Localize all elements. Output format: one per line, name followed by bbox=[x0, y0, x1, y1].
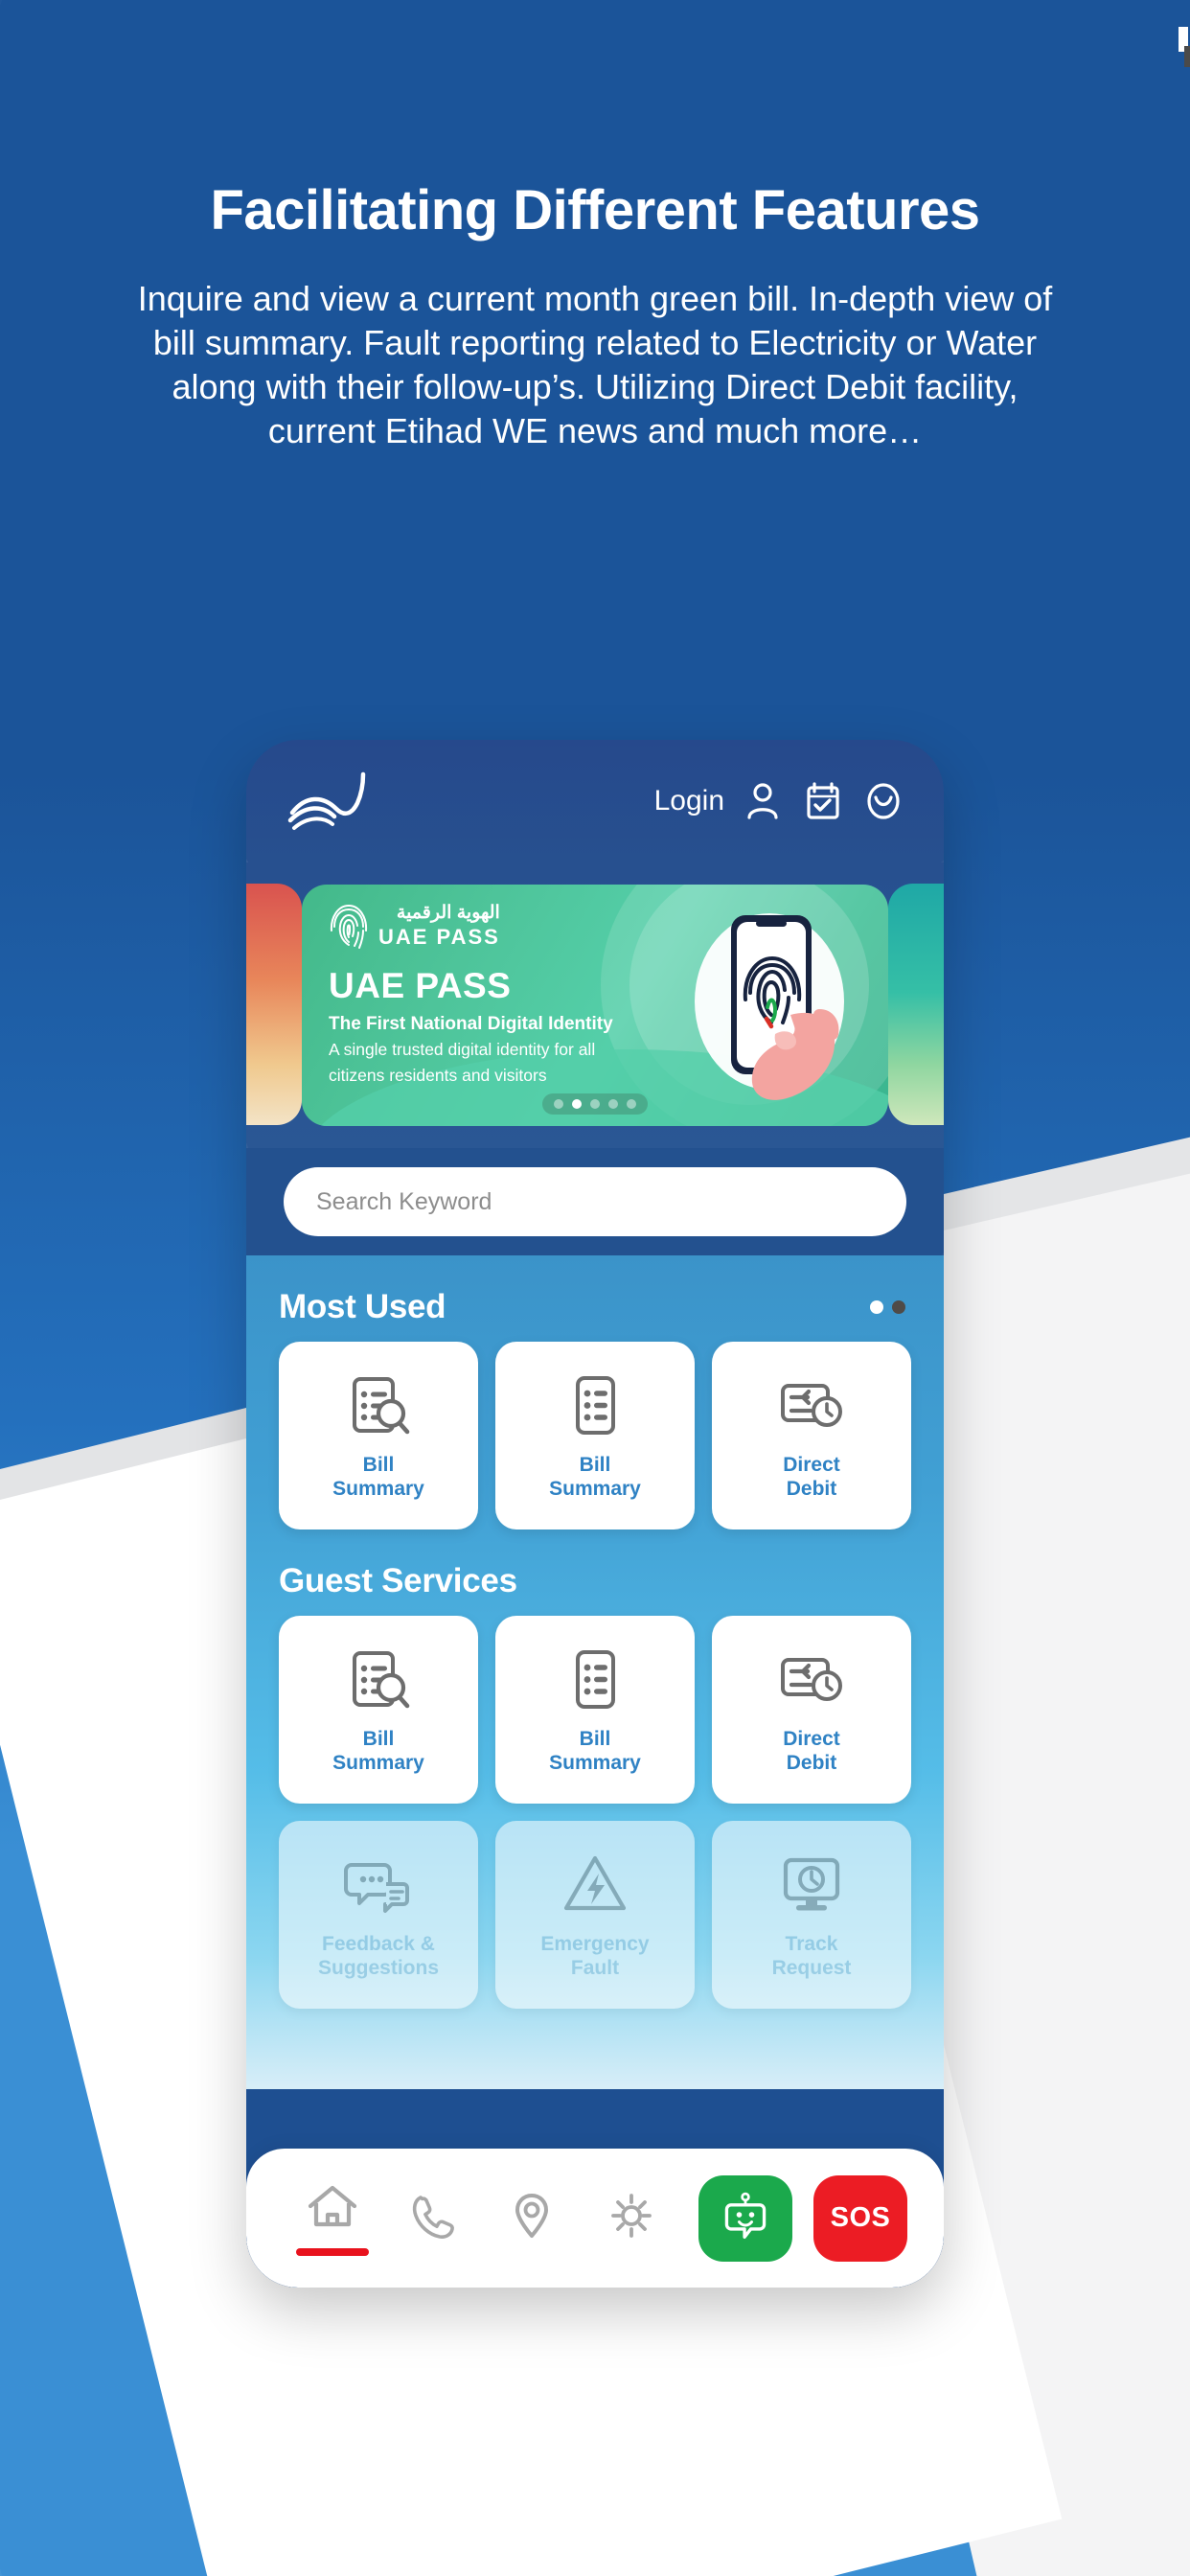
guest-services-section-header: Guest Services bbox=[279, 1530, 911, 1616]
nav-item-settings[interactable] bbox=[582, 2189, 681, 2247]
direct-debit-icon bbox=[775, 1369, 848, 1442]
nav-action-buttons: SOS bbox=[698, 2174, 907, 2262]
search-band: Search Keyword bbox=[246, 1148, 944, 1255]
chatbot-icon bbox=[719, 2190, 772, 2246]
etihad-we-wave-logo-icon[interactable] bbox=[285, 769, 371, 834]
header-actions: Login bbox=[654, 779, 905, 823]
phone-icon[interactable] bbox=[403, 2189, 461, 2247]
gear-icon[interactable] bbox=[603, 2189, 660, 2247]
bottom-navigation-bar: SOS bbox=[246, 2149, 944, 2288]
banner-text-block: الهوية الرقمية UAE PASS UAE PASS The Fir… bbox=[329, 904, 645, 1087]
bill-search-icon bbox=[342, 1644, 415, 1716]
carousel-dot[interactable] bbox=[554, 1099, 563, 1109]
hero-section: Facilitating Different Features Inquire … bbox=[0, 0, 1190, 453]
tile-bill-summary[interactable]: Bill Summary bbox=[279, 1342, 478, 1530]
banner-tagline: The First National Digital Identity bbox=[329, 1014, 613, 1034]
app-content: Most Used Bill Summary Bill Summary Dire… bbox=[246, 1255, 944, 2089]
banner-brand-labels: الهوية الرقمية UAE PASS bbox=[378, 904, 500, 950]
nav-item-locations[interactable] bbox=[482, 2189, 582, 2247]
uae-pass-arabic: الهوية الرقمية bbox=[396, 903, 500, 923]
carousel-dot[interactable] bbox=[590, 1099, 600, 1109]
smiley-icon[interactable] bbox=[861, 779, 905, 823]
home-icon[interactable] bbox=[304, 2180, 361, 2239]
carousel-peek-left[interactable] bbox=[246, 884, 302, 1125]
tile-label: Bill Summary bbox=[549, 1454, 641, 1500]
most-used-section-header: Most Used bbox=[279, 1255, 911, 1342]
uae-pass-brand-en: UAE PASS bbox=[378, 925, 500, 949]
tile-bill-summary-list[interactable]: Bill Summary bbox=[495, 1342, 695, 1530]
hand-holding-phone-fingerprint-icon bbox=[675, 902, 858, 1108]
most-used-pager[interactable] bbox=[870, 1300, 911, 1314]
bill-list-icon bbox=[559, 1644, 631, 1716]
tile-bill-summary[interactable]: Bill Summary bbox=[279, 1616, 478, 1804]
phone-mockup: Login الهوية الرقمية UAE PASS UAE PASS T… bbox=[246, 740, 944, 2288]
chatbot-button[interactable] bbox=[698, 2174, 792, 2262]
bill-search-icon bbox=[342, 1369, 415, 1442]
tile-direct-debit[interactable]: Direct Debit bbox=[712, 1616, 911, 1804]
tile-bill-summary-list[interactable]: Bill Summary bbox=[495, 1616, 695, 1804]
search-input[interactable]: Search Keyword bbox=[284, 1167, 906, 1236]
calendar-check-icon[interactable] bbox=[801, 779, 845, 823]
guest-services-tiles-row1: Bill Summary Bill Summary Direct Debit bbox=[279, 1616, 911, 1804]
pager-dot-active[interactable] bbox=[870, 1300, 883, 1314]
bill-list-icon bbox=[559, 1369, 631, 1442]
banner-brand-row: الهوية الرقمية UAE PASS bbox=[329, 904, 645, 950]
app-header: Login bbox=[246, 740, 944, 862]
carousel-peek-right[interactable] bbox=[888, 884, 944, 1125]
tile-label: Emergency Fault bbox=[540, 1933, 650, 1979]
track-request-icon bbox=[775, 1849, 848, 1921]
guest-services-tiles-row2: Feedback & Suggestions Emergency Fault T… bbox=[279, 1821, 911, 2009]
fingerprint-icon bbox=[329, 904, 369, 950]
most-used-tiles: Bill Summary Bill Summary Direct Debit bbox=[279, 1342, 911, 1530]
tile-feedback-suggestions[interactable]: Feedback & Suggestions bbox=[279, 1821, 478, 2009]
nav-item-home[interactable] bbox=[283, 2180, 382, 2256]
tile-label: Feedback & Suggestions bbox=[317, 1933, 439, 1979]
carousel-dot[interactable] bbox=[627, 1099, 636, 1109]
tile-track-request[interactable]: Track Request bbox=[712, 1821, 911, 2009]
direct-debit-icon bbox=[775, 1644, 848, 1716]
banner-carousel[interactable]: الهوية الرقمية UAE PASS UAE PASS The Fir… bbox=[246, 862, 944, 1148]
tile-emergency-fault[interactable]: Emergency Fault bbox=[495, 1821, 695, 2009]
tile-label: Direct Debit bbox=[783, 1728, 840, 1774]
tile-label: Direct Debit bbox=[783, 1454, 840, 1500]
location-pin-icon[interactable] bbox=[503, 2189, 561, 2247]
tile-label: Bill Summary bbox=[332, 1454, 424, 1500]
tile-label: Track Request bbox=[771, 1933, 852, 1979]
tile-direct-debit[interactable]: Direct Debit bbox=[712, 1342, 911, 1530]
hero-description: Inquire and view a current month green b… bbox=[137, 279, 1053, 451]
banner-description-line2: citizens residents and visitors bbox=[329, 1065, 547, 1085]
chat-feedback-icon bbox=[342, 1849, 415, 1921]
nav-active-indicator bbox=[296, 2248, 369, 2256]
electric-hazard-icon bbox=[559, 1849, 631, 1921]
sos-button[interactable]: SOS bbox=[813, 2174, 907, 2262]
pager-dot[interactable] bbox=[892, 1300, 905, 1314]
login-button[interactable]: Login bbox=[654, 785, 724, 817]
section-title-guest-services: Guest Services bbox=[279, 1562, 517, 1599]
carousel-pagination-dots[interactable] bbox=[542, 1093, 648, 1115]
section-title-most-used: Most Used bbox=[279, 1288, 446, 1325]
tile-label: Bill Summary bbox=[549, 1728, 641, 1774]
carousel-dot-active[interactable] bbox=[572, 1099, 582, 1109]
banner-description-line1: A single trusted digital identity for al… bbox=[329, 1040, 596, 1059]
page-title: Facilitating Different Features bbox=[210, 179, 980, 242]
banner-headline: UAE PASS bbox=[329, 966, 512, 1005]
tile-label: Bill Summary bbox=[332, 1728, 424, 1774]
nav-item-call[interactable] bbox=[382, 2189, 482, 2247]
carousel-dot[interactable] bbox=[608, 1099, 618, 1109]
app-screen: Login الهوية الرقمية UAE PASS UAE PASS T… bbox=[246, 740, 944, 2288]
uae-pass-banner[interactable]: الهوية الرقمية UAE PASS UAE PASS The Fir… bbox=[302, 885, 888, 1126]
user-icon[interactable] bbox=[741, 779, 785, 823]
